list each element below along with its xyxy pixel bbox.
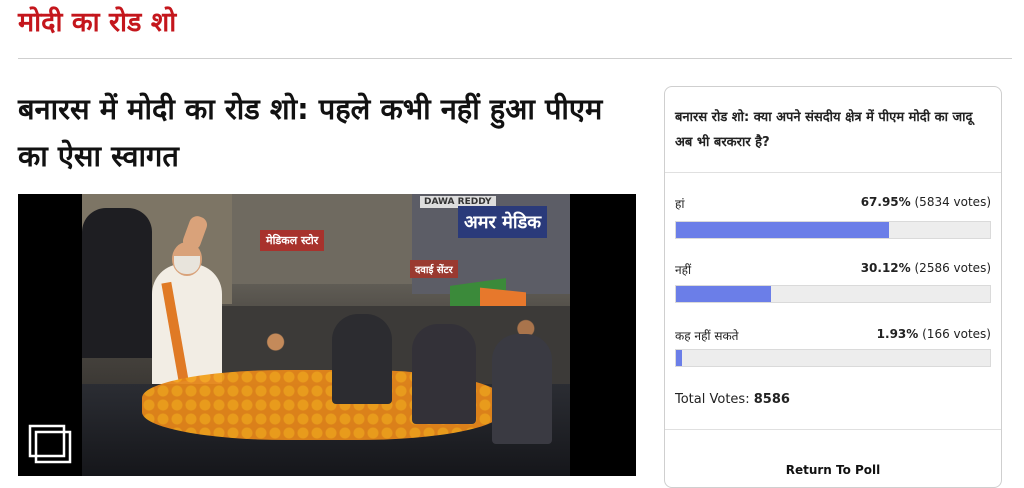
shop-sign-3: मेडिकल स्टोर <box>260 230 325 251</box>
poll-widget: बनारस रोड शो: क्या अपने संसदीय क्षेत्र म… <box>664 86 1002 488</box>
shop-sign-2: अमर मेडिक <box>458 206 548 238</box>
total-votes-value: 8586 <box>753 392 790 407</box>
poll-divider <box>665 172 1001 173</box>
option-votes-no: (2586 votes) <box>914 261 992 275</box>
bar-fill-yes <box>676 222 890 238</box>
option-stat-no: 30.12% (2586 votes) <box>861 261 991 275</box>
guard-left <box>82 208 152 358</box>
poll-question: बनारस रोड शो: क्या अपने संसदीय क्षेत्र म… <box>675 110 973 150</box>
option-label-no: नहीं <box>675 263 692 277</box>
bar-fill-cant-say <box>676 350 683 366</box>
total-votes-label: Total Votes: <box>675 392 750 407</box>
gallery-icon[interactable] <box>28 424 72 464</box>
poll-divider-bottom <box>665 429 1001 430</box>
option-stat-cant-say: 1.93% (166 votes) <box>877 327 991 341</box>
option-bar-cant-say <box>675 349 991 367</box>
guard-right-1 <box>332 314 392 404</box>
option-votes-yes: (5834 votes) <box>914 195 992 209</box>
section-title[interactable]: मोदी का रोड शो <box>18 2 176 39</box>
option-label-cant-say: कह नहीं सकते <box>675 329 739 343</box>
option-votes-cant-say: (166 votes) <box>922 327 991 341</box>
guard-right-3 <box>492 334 552 444</box>
bar-fill-no <box>676 286 771 302</box>
option-percent-cant-say: 1.93% <box>876 327 919 341</box>
total-votes: Total Votes: 8586 <box>675 392 790 407</box>
article-photo[interactable]: DAWA REDDY अमर मेडिक मेडिकल स्टोर दवाई स… <box>18 194 636 476</box>
option-bar-yes <box>675 221 991 239</box>
option-percent-no: 30.12% <box>860 261 911 275</box>
option-label-yes: हां <box>675 197 685 211</box>
photo-scene: DAWA REDDY अमर मेडिक मेडिकल स्टोर दवाई स… <box>82 194 570 476</box>
option-stat-yes: 67.95% (5834 votes) <box>861 195 991 209</box>
guard-right-2 <box>412 324 476 424</box>
option-bar-no <box>675 285 991 303</box>
divider <box>18 58 1012 59</box>
return-to-poll-link[interactable]: Return To Poll <box>665 463 1001 477</box>
article-headline[interactable]: बनारस में मोदी का रोड शो: पहले कभी नहीं … <box>18 86 638 180</box>
option-percent-yes: 67.95% <box>860 195 911 209</box>
shop-sign-4: दवाई सेंटर <box>410 260 458 278</box>
